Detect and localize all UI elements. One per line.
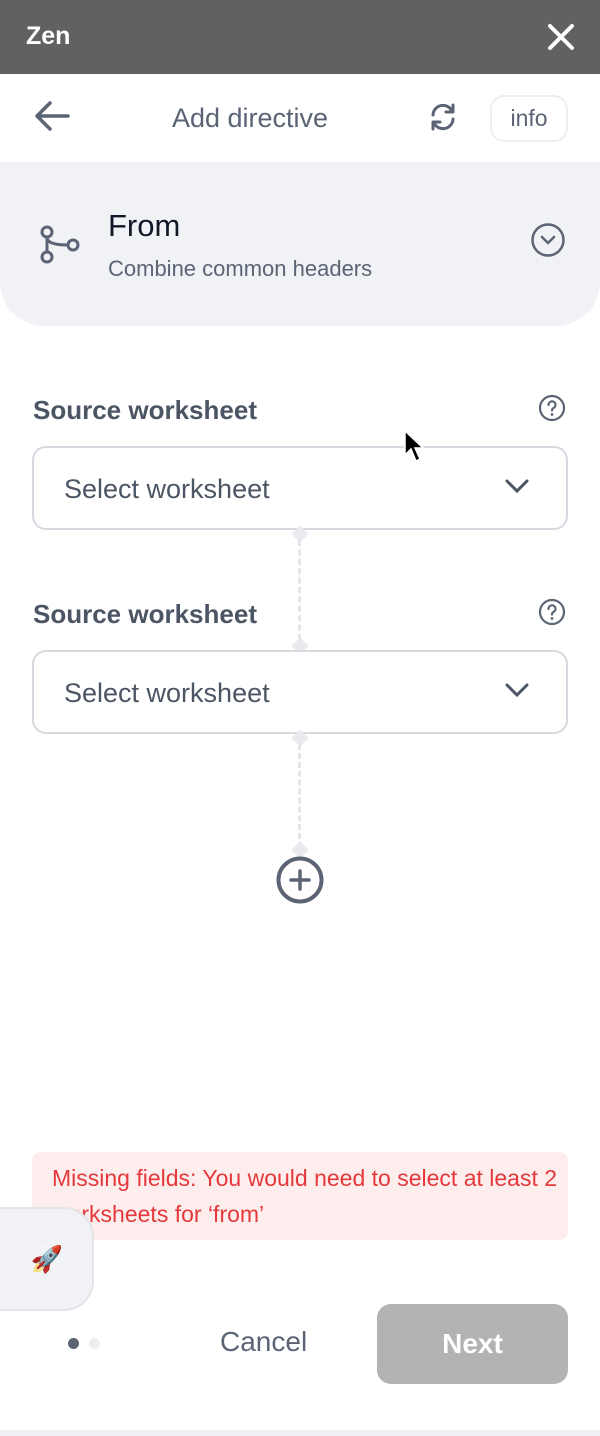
header: Add directive info xyxy=(0,74,600,162)
chevron-down-icon xyxy=(505,479,529,494)
select-placeholder: Select worksheet xyxy=(64,474,270,504)
info-button[interactable]: info xyxy=(490,95,568,142)
directive-card[interactable]: From Combine common headers xyxy=(0,162,600,326)
cancel-button[interactable]: Cancel xyxy=(220,1326,307,1358)
help-icon[interactable] xyxy=(538,598,566,626)
close-icon[interactable] xyxy=(544,20,578,54)
error-message: Missing fields: You would need to select… xyxy=(32,1152,568,1240)
app-title: Zen xyxy=(26,22,71,50)
branch-icon xyxy=(40,225,80,264)
window-titlebar: Zen xyxy=(0,0,600,74)
next-button[interactable]: Next xyxy=(377,1304,568,1384)
step-indicator xyxy=(68,1338,100,1349)
field-label: Source worksheet xyxy=(33,395,257,425)
bottom-divider xyxy=(0,1430,600,1436)
directive-title: From xyxy=(108,208,181,243)
mouse-cursor-icon xyxy=(404,430,424,463)
chevron-down-icon xyxy=(505,683,529,698)
connector-line xyxy=(298,744,301,848)
help-icon[interactable] xyxy=(538,394,566,422)
directive-subtitle: Combine common headers xyxy=(108,256,373,281)
step-dot-active xyxy=(68,1338,79,1349)
select-placeholder: Select worksheet xyxy=(64,678,270,708)
rocket-button[interactable]: 🚀 xyxy=(0,1207,94,1311)
connector-line xyxy=(298,540,301,640)
refresh-icon[interactable] xyxy=(426,100,460,134)
page-title: Add directive xyxy=(171,103,329,133)
source-worksheet-select-2[interactable]: Select worksheet xyxy=(32,650,568,734)
step-dot xyxy=(89,1338,100,1349)
chevron-down-circle-icon[interactable] xyxy=(530,222,566,258)
field-label: Source worksheet xyxy=(33,599,257,629)
source-worksheet-select-1[interactable]: Select worksheet xyxy=(32,446,568,530)
rocket-icon: 🚀 xyxy=(30,1243,64,1274)
add-worksheet-plus-icon[interactable] xyxy=(276,856,324,904)
